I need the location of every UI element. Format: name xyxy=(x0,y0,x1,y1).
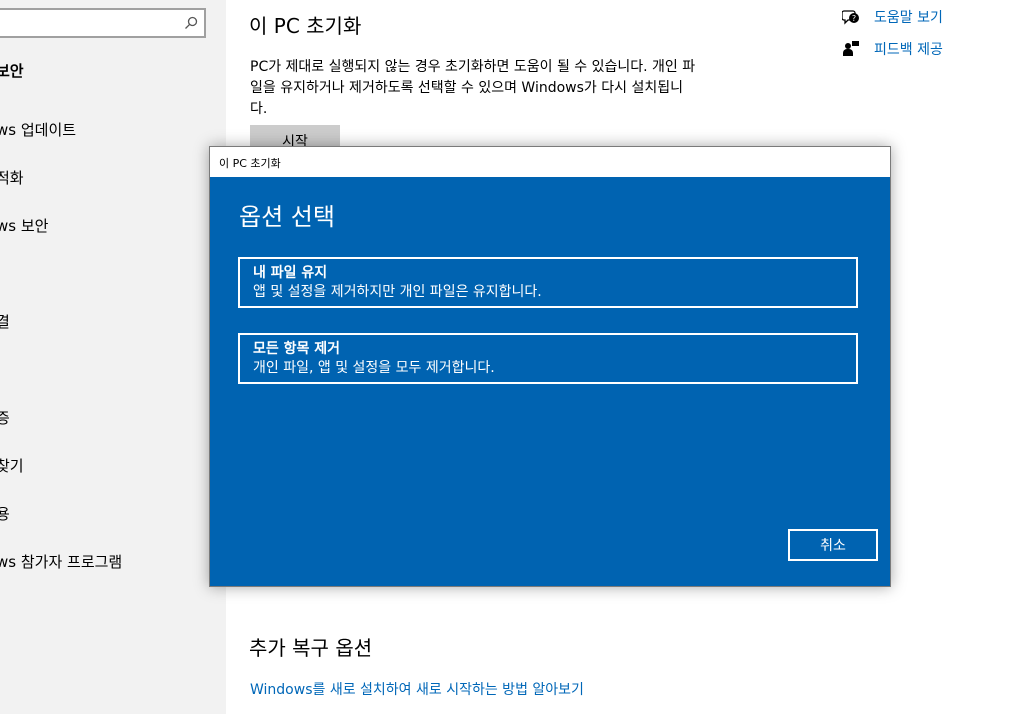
dialog-heading: 옵션 선택 xyxy=(239,203,335,231)
sidebar-item-insider-program[interactable]: ws 참가자 프로그램 xyxy=(0,551,122,572)
page-title: 이 PC 초기화 xyxy=(249,14,362,38)
option-title: 내 파일 유지 xyxy=(253,265,328,281)
feedback-link[interactable]: 피드백 제공 xyxy=(842,39,943,59)
sidebar-item-for-developers[interactable]: 용 xyxy=(0,503,10,524)
help-chat-icon: ? xyxy=(842,10,859,25)
keep-my-files-option[interactable]: 내 파일 유지 앱 및 설정을 제거하지만 개인 파일은 유지합니다. xyxy=(238,257,858,308)
sidebar-item-activation[interactable]: 증 xyxy=(0,407,10,428)
sidebar-item-find-my-device[interactable]: 찾기 xyxy=(0,455,24,476)
more-recovery-options-title: 추가 복구 옵션 xyxy=(249,636,373,660)
sidebar-item-troubleshoot[interactable]: 결 xyxy=(0,311,10,332)
sidebar-item-delivery-optimization[interactable]: 적화 xyxy=(0,167,24,188)
dialog-title: 이 PC 초기화 xyxy=(210,147,890,177)
option-desc: 개인 파일, 앱 및 설정을 모두 제거합니다. xyxy=(253,360,495,376)
sidebar-item-windows-security[interactable]: ws 보안 xyxy=(0,215,48,236)
help-link[interactable]: ? 도움말 보기 xyxy=(842,7,943,27)
option-desc: 앱 및 설정을 제거하지만 개인 파일은 유지합니다. xyxy=(253,284,542,300)
fresh-start-link[interactable]: Windows를 새로 설치하여 새로 시작하는 방법 알아보기 xyxy=(250,679,584,699)
search-icon xyxy=(185,16,198,29)
svg-text:?: ? xyxy=(852,14,856,23)
reset-description: PC가 제대로 실행되지 않는 경우 초기화하면 도움이 될 수 있습니다. 개… xyxy=(250,59,696,117)
reset-pc-dialog: 이 PC 초기화 옵션 선택 내 파일 유지 앱 및 설정을 제거하지만 개인 … xyxy=(209,146,891,587)
settings-window: 보안 ws 업데이트 적화 ws 보안 결 증 찾기 용 ws 참가자 프로그램… xyxy=(0,0,1022,714)
feedback-link-label: 피드백 제공 xyxy=(874,42,943,58)
dialog-body: 옵션 선택 내 파일 유지 앱 및 설정을 제거하지만 개인 파일은 유지합니다… xyxy=(210,177,890,586)
sidebar: 보안 ws 업데이트 적화 ws 보안 결 증 찾기 용 ws 참가자 프로그램 xyxy=(0,0,226,714)
help-link-label: 도움말 보기 xyxy=(874,10,943,26)
remove-everything-option[interactable]: 모든 항목 제거 개인 파일, 앱 및 설정을 모두 제거합니다. xyxy=(238,333,858,384)
feedback-icon xyxy=(843,41,859,56)
cancel-button[interactable]: 취소 xyxy=(788,529,878,561)
sidebar-item-windows-update[interactable]: ws 업데이트 xyxy=(0,119,76,140)
search-input[interactable] xyxy=(0,8,206,38)
option-title: 모든 항목 제거 xyxy=(253,341,341,357)
sidebar-heading: 보안 xyxy=(0,62,24,80)
